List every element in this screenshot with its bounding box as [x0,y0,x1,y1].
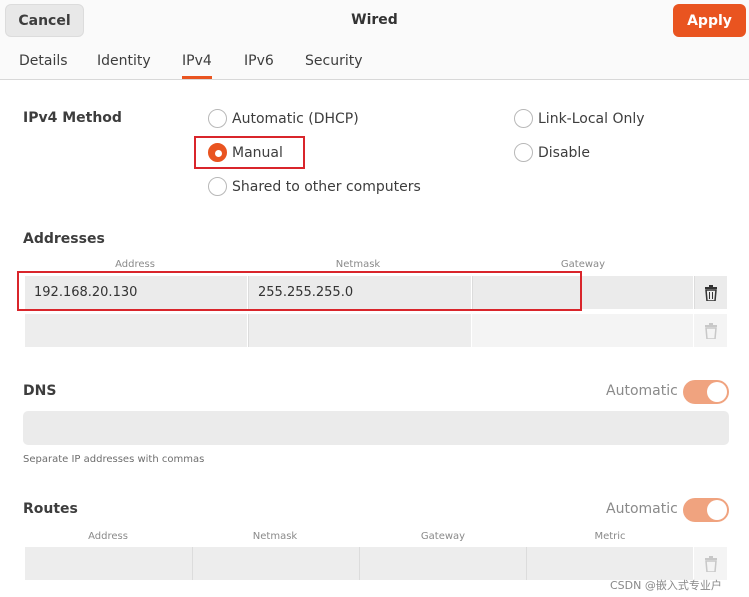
dns-automatic-toggle[interactable] [683,380,729,404]
delete-row-button[interactable] [694,276,727,309]
header-bar: Cancel Wired Apply [0,0,749,42]
radio-label: Link-Local Only [538,110,645,127]
radio-circle-icon [208,177,227,196]
col-gateway-header: Gateway [560,259,606,270]
highlight-box-address [17,271,582,311]
netmask-field[interactable] [248,314,471,347]
ipv4-method-title: IPv4 Method [23,110,122,126]
apply-button[interactable]: Apply [673,4,746,37]
toggle-knob [707,500,727,520]
route-col-address-header: Address [88,531,128,542]
dns-automatic-label: Automatic [606,383,678,399]
routes-automatic-label: Automatic [606,501,678,517]
radio-shared[interactable]: Shared to other computers [208,177,421,196]
watermark: CSDN @嵌入式专业户 [610,579,722,592]
radio-label: Automatic (DHCP) [232,110,359,127]
dns-title: DNS [23,383,57,399]
gateway-field[interactable] [472,314,693,347]
route-col-metric-header: Metric [594,531,626,542]
radio-link-local-only[interactable]: Link-Local Only [514,109,645,128]
dns-hint: Separate IP addresses with commas [23,454,205,465]
tab-ipv6[interactable]: IPv6 [244,53,274,69]
route-metric-field[interactable] [526,547,693,580]
radio-label: Shared to other computers [232,178,421,195]
route-gateway-field[interactable] [359,547,526,580]
radio-automatic-dhcp[interactable]: Automatic (DHCP) [208,109,359,128]
highlight-box-manual [194,136,305,169]
radio-circle-icon [514,143,533,162]
toggle-knob [707,382,727,402]
col-address-header: Address [115,259,155,270]
route-netmask-field[interactable] [192,547,359,580]
routes-title: Routes [23,501,78,517]
trash-icon [705,284,717,301]
delete-row-button-disabled [694,314,727,347]
tab-ipv4[interactable]: IPv4 [182,53,212,79]
route-address-field[interactable] [25,547,192,580]
delete-route-button-disabled [694,547,727,580]
tab-details[interactable]: Details [19,53,68,69]
tab-bar: Details Identity IPv4 IPv6 Security [0,42,749,80]
routes-automatic-toggle[interactable] [683,498,729,522]
trash-icon [704,322,717,339]
addresses-title: Addresses [23,231,105,247]
address-field[interactable] [25,314,247,347]
radio-label: Disable [538,144,590,161]
route-col-netmask-header: Netmask [252,531,298,542]
route-col-gateway-header: Gateway [420,531,466,542]
radio-circle-icon [208,109,227,128]
window-title: Wired [351,12,398,28]
radio-circle-icon [514,109,533,128]
tab-identity[interactable]: Identity [97,53,151,69]
tab-security[interactable]: Security [305,53,363,69]
col-netmask-header: Netmask [335,259,381,270]
trash-icon [704,555,717,572]
dns-input[interactable] [23,411,729,445]
radio-disable[interactable]: Disable [514,143,590,162]
